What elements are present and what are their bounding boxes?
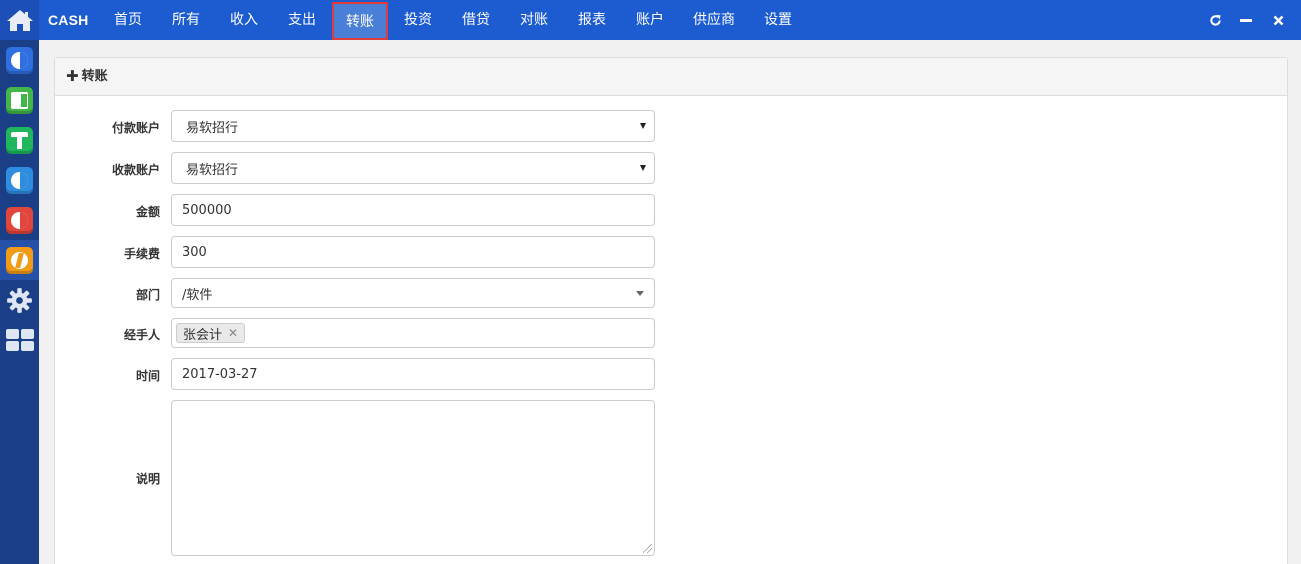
amount-label: 金额: [135, 205, 160, 219]
nav-tab-income[interactable]: 收入: [221, 0, 267, 40]
amount-value: 500000: [182, 202, 232, 218]
nav-tab-home[interactable]: 首页: [105, 0, 151, 40]
refresh-button[interactable]: [1204, 0, 1226, 40]
chart-app-icon: [6, 206, 33, 234]
nav-tab-transfer[interactable]: 转账: [332, 2, 388, 40]
dock-app-4[interactable]: [0, 160, 39, 200]
payee-account-row: 收款账户 易软招行: [55, 152, 655, 185]
nav-tab-invest[interactable]: 投资: [395, 0, 441, 40]
handler-multiselect[interactable]: 张会计 ✕: [171, 318, 655, 348]
minimize-icon: [1240, 19, 1252, 22]
fee-row: 手续费 300: [55, 236, 655, 269]
chevron-down-icon: [636, 291, 644, 296]
amount-input[interactable]: 500000: [171, 194, 655, 226]
fee-label: 手续费: [123, 247, 160, 261]
crm-app-icon: [6, 46, 33, 74]
chevron-down-icon: [640, 165, 646, 171]
date-row: 时间 2017-03-27: [55, 358, 655, 391]
resize-handle-icon[interactable]: [643, 544, 652, 553]
department-value: /软件: [182, 287, 213, 303]
close-button[interactable]: [1267, 0, 1289, 40]
dock-app-1[interactable]: [0, 40, 39, 80]
settings-icon: [7, 287, 32, 313]
description-label: 说明: [135, 472, 160, 486]
payer-account-row: 付款账户 易软招行: [55, 110, 655, 143]
dock-app-6[interactable]: [0, 240, 39, 280]
close-icon: [1273, 15, 1283, 25]
panel-header: ✚ 转账: [55, 58, 1287, 96]
payer-account-select[interactable]: 易软招行: [171, 110, 655, 142]
handler-label: 经手人: [123, 328, 160, 342]
fee-value: 300: [182, 244, 207, 260]
team-app-icon: [6, 126, 33, 154]
nav-tab-loan[interactable]: 借贷: [453, 0, 499, 40]
cash-app-icon: [6, 246, 33, 274]
home-button[interactable]: [0, 0, 39, 40]
dock-app-3[interactable]: [0, 120, 39, 160]
dock-app-2[interactable]: [0, 80, 39, 120]
nav-tab-account[interactable]: 账户: [627, 0, 673, 40]
nav-tab-report[interactable]: 报表: [569, 0, 615, 40]
amount-row: 金额 500000: [55, 194, 655, 227]
panel-title: 转账: [81, 69, 108, 84]
description-textarea[interactable]: [171, 400, 655, 556]
date-input[interactable]: 2017-03-27: [171, 358, 655, 390]
nav-tab-settings[interactable]: 设置: [755, 0, 801, 40]
app-dock: [0, 0, 39, 564]
payee-account-label: 收款账户: [111, 163, 160, 177]
handler-row: 经手人 张会计 ✕: [55, 318, 655, 349]
payer-account-value: 易软招行: [186, 120, 239, 136]
dock-settings-button[interactable]: [0, 282, 39, 318]
brand-logo: CASH: [48, 12, 89, 28]
top-navigation: CASH 首页 所有 收入 支出 转账 投资 借贷 对账 报表 账户 供应商 设置: [39, 0, 1301, 40]
description-row: 说明: [55, 400, 655, 556]
plus-icon: ✚: [66, 67, 79, 85]
payee-account-select[interactable]: 易软招行: [171, 152, 655, 184]
payer-account-label: 付款账户: [111, 121, 160, 135]
handler-tag: 张会计 ✕: [176, 323, 246, 343]
transfer-panel: ✚ 转账 付款账户 易软招行 收款账户 易软招行 金额 500000 手续费 3…: [54, 57, 1288, 564]
department-select[interactable]: /软件: [171, 278, 655, 308]
department-label: 部门: [135, 288, 160, 302]
dock-app-5[interactable]: [0, 200, 39, 240]
dock-all-apps-button[interactable]: [0, 322, 39, 358]
nav-tab-expense[interactable]: 支出: [279, 0, 325, 40]
chevron-down-icon: [640, 123, 646, 129]
document-app-icon: [6, 166, 33, 194]
tag-remove-icon[interactable]: ✕: [228, 326, 238, 340]
nav-tab-supplier[interactable]: 供应商: [685, 0, 743, 40]
handler-tag-label: 张会计: [183, 327, 223, 343]
department-row: 部门 /软件: [55, 278, 655, 309]
date-value: 2017-03-27: [182, 366, 258, 382]
refresh-icon: [1209, 14, 1221, 26]
nav-tab-all[interactable]: 所有: [163, 0, 209, 40]
home-icon: [6, 10, 33, 31]
date-label: 时间: [135, 369, 160, 383]
payee-account-value: 易软招行: [186, 162, 239, 178]
nav-tab-reconcile[interactable]: 对账: [511, 0, 557, 40]
grid-apps-icon: [5, 329, 34, 351]
fee-input[interactable]: 300: [171, 236, 655, 268]
project-app-icon: [6, 86, 33, 114]
minimize-button[interactable]: [1235, 0, 1257, 40]
